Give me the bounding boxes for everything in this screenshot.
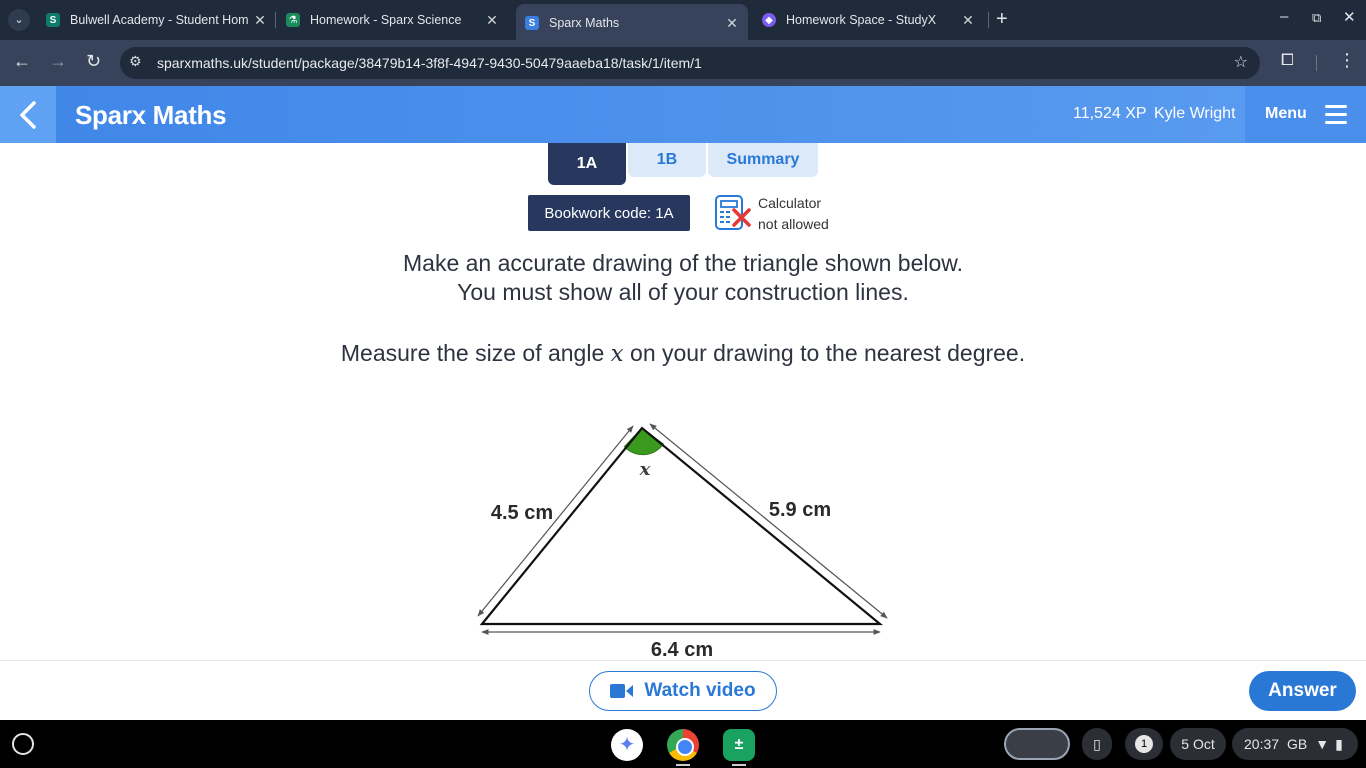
user-name: Kyle Wright: [1154, 105, 1236, 122]
question-text: on your drawing to the nearest degree.: [623, 340, 1026, 366]
launcher-circle-icon[interactable]: [12, 733, 34, 755]
restore-icon[interactable]: ⧉: [1312, 10, 1321, 26]
sparx-maths-icon: S: [525, 16, 539, 30]
answer-button[interactable]: Answer: [1249, 671, 1356, 711]
browser-tab-sparx-science[interactable]: ⚗ Homework - Sparx Science ✕: [286, 6, 500, 34]
browser-toolbar: ← → ↻ ⚙ sparxmaths.uk/student/package/38…: [0, 40, 1366, 86]
chrome-icon[interactable]: [667, 729, 699, 761]
angle-variable: x: [610, 341, 624, 367]
close-tab-icon[interactable]: ✕: [724, 15, 740, 32]
menu-button[interactable]: Menu: [1245, 86, 1366, 143]
address-bar[interactable]: ⚙ sparxmaths.uk/student/package/38479b14…: [120, 47, 1260, 79]
calculator-label: Calculator: [758, 195, 822, 211]
xp-counter: 11,524 XP: [1073, 105, 1147, 122]
tab-title: Homework - Sparx Science: [310, 13, 462, 27]
close-tab-icon[interactable]: ✕: [484, 12, 500, 29]
right-side-dimension: [649, 423, 888, 619]
menu-label: Menu: [1265, 105, 1307, 122]
question-line-2: You must show all of your construction l…: [457, 279, 909, 305]
triangle-diagram: x 4.5 cm 5.9 cm 6.4 cm: [477, 423, 888, 661]
tab-divider: [988, 12, 989, 28]
bookmark-star-icon[interactable]: ☆: [1234, 52, 1248, 72]
back-arrow-icon[interactable]: ←: [13, 51, 31, 72]
notification-counter[interactable]: 1: [1125, 728, 1163, 760]
browser-tab-studyx[interactable]: ◆ Homework Space - StudyX ✕: [762, 6, 976, 34]
date-display[interactable]: 5 Oct: [1170, 728, 1226, 760]
clock-time: 20:37: [1244, 736, 1280, 752]
url-text[interactable]: sparxmaths.uk/student/package/38479b14-3…: [157, 55, 702, 71]
back-button[interactable]: [0, 86, 56, 143]
calculator-status: Calculator not allowed: [758, 193, 829, 235]
base-label: 6.4 cm: [651, 639, 713, 661]
tab-1b[interactable]: 1B: [628, 143, 706, 177]
bookwork-code-badge: Bookwork code: 1A: [528, 195, 690, 231]
sharepoint-icon: S: [46, 13, 60, 27]
sparx-science-icon: ⚗: [286, 13, 300, 27]
minimize-icon[interactable]: –: [1280, 8, 1288, 25]
browser-tab-sparx-maths[interactable]: S Sparx Maths ✕: [516, 4, 748, 40]
battery-icon: ▮: [1335, 735, 1343, 752]
notification-count: 1: [1135, 735, 1153, 753]
close-tab-icon[interactable]: ✕: [960, 12, 976, 29]
question-line-1: Make an accurate drawing of the triangle…: [403, 250, 963, 276]
studyx-icon: ◆: [762, 13, 776, 27]
tab-title: Bulwell Academy - Student Hom: [70, 13, 249, 27]
calculator-app-icon[interactable]: ±: [723, 729, 755, 761]
running-indicator: [676, 764, 690, 766]
watch-video-button[interactable]: Watch video: [589, 671, 777, 711]
tab-divider: [275, 12, 276, 28]
extensions-puzzle-icon[interactable]: ⧠: [1281, 52, 1294, 70]
watch-video-label: Watch video: [644, 680, 756, 701]
question-text: Measure the size of angle: [340, 340, 611, 366]
browser-tab-bulwell[interactable]: S Bulwell Academy - Student Hom ✕: [46, 6, 268, 34]
close-tab-icon[interactable]: ✕: [252, 12, 268, 29]
tab-1a[interactable]: 1A: [548, 143, 626, 185]
forward-arrow-icon[interactable]: →: [49, 51, 67, 72]
os-shelf: ✦ ± ▯ 1 5 Oct 20:37 GB ▼ ▮: [0, 720, 1366, 768]
wifi-icon: ▼: [1315, 736, 1330, 752]
angle-label: x: [639, 459, 651, 480]
hamburger-icon: [1325, 105, 1347, 129]
site-settings-icon[interactable]: ⚙: [129, 53, 142, 70]
video-camera-icon: [610, 684, 634, 698]
brand-title: Sparx Maths: [75, 100, 227, 130]
sparx-header: Sparx Maths 11,524 XP Kyle Wright Menu: [0, 86, 1366, 143]
chevron-left-icon: [20, 100, 36, 129]
left-side-label: 4.5 cm: [491, 502, 553, 524]
triangle-shape: [479, 426, 884, 626]
holding-space-thumbnails[interactable]: [1004, 728, 1070, 760]
tab-title: Homework Space - StudyX: [786, 13, 937, 27]
browser-tab-strip: ⌄ S Bulwell Academy - Student Hom ✕ ⚗ Ho…: [0, 0, 1366, 40]
right-side-label: 5.9 cm: [769, 499, 831, 521]
toolbar-divider: [1316, 55, 1317, 71]
footer-divider: [0, 660, 1366, 661]
running-indicator: [732, 764, 746, 766]
close-window-icon[interactable]: ✕: [1343, 8, 1356, 26]
gemini-icon[interactable]: ✦: [611, 729, 643, 761]
calculator-not-allowed-icon: [715, 195, 751, 230]
calculator-state: not allowed: [758, 216, 829, 232]
question-line-3: Measure the size of angle x on your draw…: [0, 340, 1366, 367]
status-tray[interactable]: 20:37 GB ▼ ▮: [1232, 728, 1358, 760]
new-tab-plus-icon[interactable]: +: [996, 8, 1008, 31]
keyboard-locale: GB: [1287, 736, 1308, 752]
reload-icon[interactable]: ↻: [86, 51, 101, 72]
browser-menu-kebab-icon[interactable]: ⋮: [1338, 50, 1356, 71]
phone-hub-icon[interactable]: ▯: [1082, 728, 1112, 760]
tab-summary[interactable]: Summary: [708, 143, 818, 177]
tab-search-chevron-icon[interactable]: ⌄: [8, 9, 30, 31]
tab-title: Sparx Maths: [549, 16, 620, 30]
